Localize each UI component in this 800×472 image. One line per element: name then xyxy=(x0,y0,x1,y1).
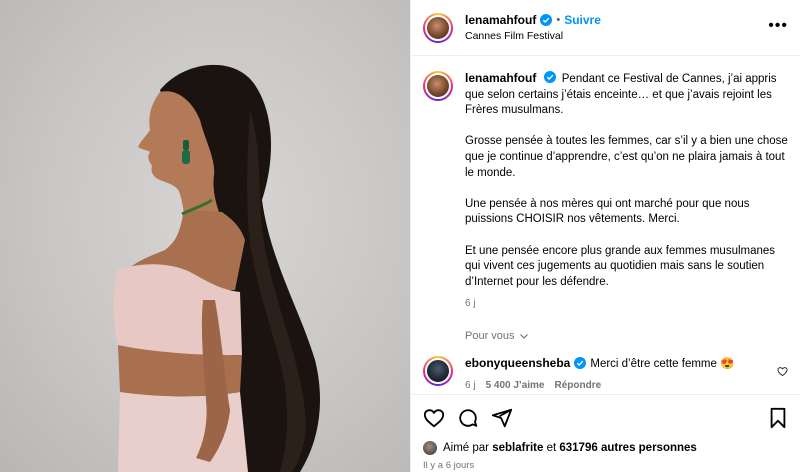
follow-button[interactable]: Suivre xyxy=(564,13,601,27)
post-side-panel: lenamahfouf • Suivre Cannes Film Festiva… xyxy=(410,0,800,472)
caption: lenamahfouf Pendant ce Festival de Canne… xyxy=(423,71,788,312)
comment-item: ebonyqueensheba Merci d’être cette femme… xyxy=(423,355,788,391)
verified-badge-icon xyxy=(574,356,587,369)
author-avatar[interactable] xyxy=(423,12,453,43)
separator-dot: • xyxy=(556,14,561,26)
caption-username[interactable]: lenamahfouf xyxy=(465,71,536,85)
bookmark-icon[interactable] xyxy=(768,407,788,429)
woman-profile-illustration xyxy=(113,64,320,472)
caption-author-avatar[interactable] xyxy=(423,71,453,101)
comments-scroll-area[interactable]: lenamahfouf Pendant ce Festival de Canne… xyxy=(411,57,800,394)
chevron-down-icon xyxy=(519,333,528,339)
post-timestamp: Il y a 6 jours xyxy=(423,460,475,471)
author-username[interactable]: lenamahfouf xyxy=(465,13,536,27)
comment-icon[interactable] xyxy=(457,407,479,429)
comment-text: Merci d’être cette femme 😍 xyxy=(590,357,735,370)
liker-username[interactable]: seblafrite xyxy=(492,442,543,454)
caption-paragraph-4: Et une pensée encore plus grande aux fem… xyxy=(465,244,776,288)
heart-icon[interactable] xyxy=(423,407,445,429)
caption-paragraph-2: Grosse pensée à toutes les femmes, car s… xyxy=(465,135,788,179)
for-you-toggle[interactable]: Pour vous xyxy=(465,330,788,342)
verified-badge-icon xyxy=(543,71,556,83)
verified-badge-icon xyxy=(540,14,553,26)
commenter-username[interactable]: ebonyqueensheba xyxy=(465,356,570,370)
comment-likes[interactable]: 5 400 J’aime xyxy=(486,380,545,391)
comment-like-heart-icon[interactable] xyxy=(777,366,788,377)
comment-time[interactable]: 6 j xyxy=(465,380,476,391)
post-location[interactable]: Cannes Film Festival xyxy=(465,30,601,42)
liker-avatar[interactable] xyxy=(423,441,437,455)
share-icon[interactable] xyxy=(491,407,513,429)
others-likes-link[interactable]: 631796 autres personnes xyxy=(559,442,696,454)
more-horizontal-icon[interactable]: ••• xyxy=(768,18,788,34)
instagram-post-dialog: lenamahfouf • Suivre Cannes Film Festiva… xyxy=(0,0,800,472)
post-header: lenamahfouf • Suivre Cannes Film Festiva… xyxy=(411,0,800,56)
post-actions: Aimé par seblafrite et 631796 autres per… xyxy=(411,394,800,472)
caption-time[interactable]: 6 j xyxy=(465,296,788,312)
commenter-avatar[interactable] xyxy=(423,355,453,386)
post-photo[interactable] xyxy=(0,0,410,472)
caption-paragraph-3: Une pensée à nos mères qui ont marché po… xyxy=(465,197,750,226)
likes-summary: Aimé par seblafrite et 631796 autres per… xyxy=(423,441,788,455)
caption-paragraph-1: lenamahfouf Pendant ce Festival de Canne… xyxy=(465,71,777,117)
reply-button[interactable]: Répondre xyxy=(555,380,602,391)
